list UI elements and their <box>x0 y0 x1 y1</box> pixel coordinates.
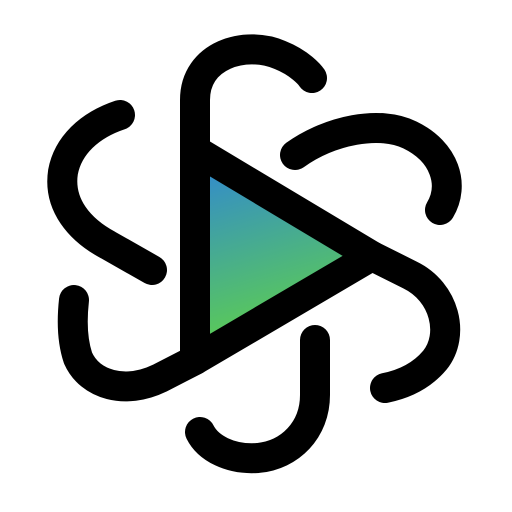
lower-left-hook <box>57 285 210 402</box>
play-triangle-logo-icon <box>47 34 462 474</box>
upper-right-hook <box>280 112 462 225</box>
logo-canvas <box>0 0 512 512</box>
upper-left-hook <box>47 100 167 285</box>
right-hook <box>357 241 461 403</box>
